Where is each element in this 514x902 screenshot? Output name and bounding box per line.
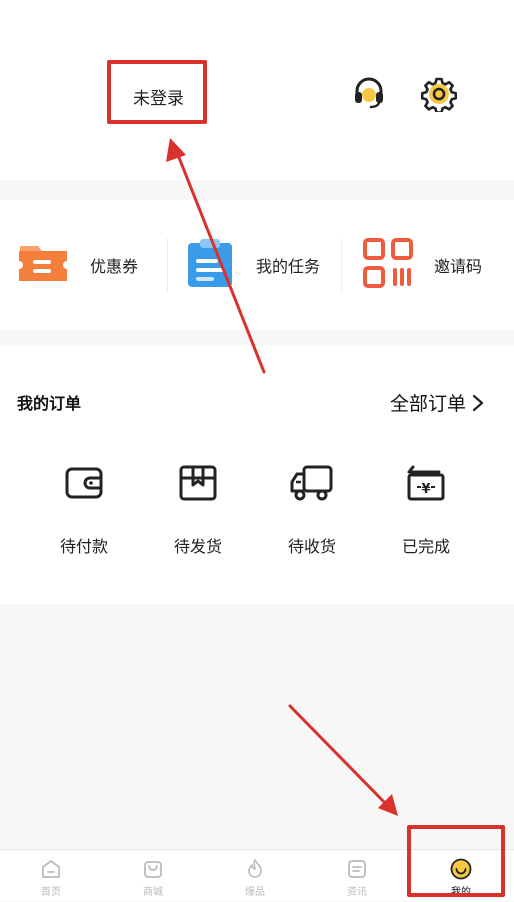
annotation-arrow-down xyxy=(288,704,398,816)
annotation-arrows xyxy=(166,138,398,816)
annotation-arrow-up xyxy=(166,138,266,374)
